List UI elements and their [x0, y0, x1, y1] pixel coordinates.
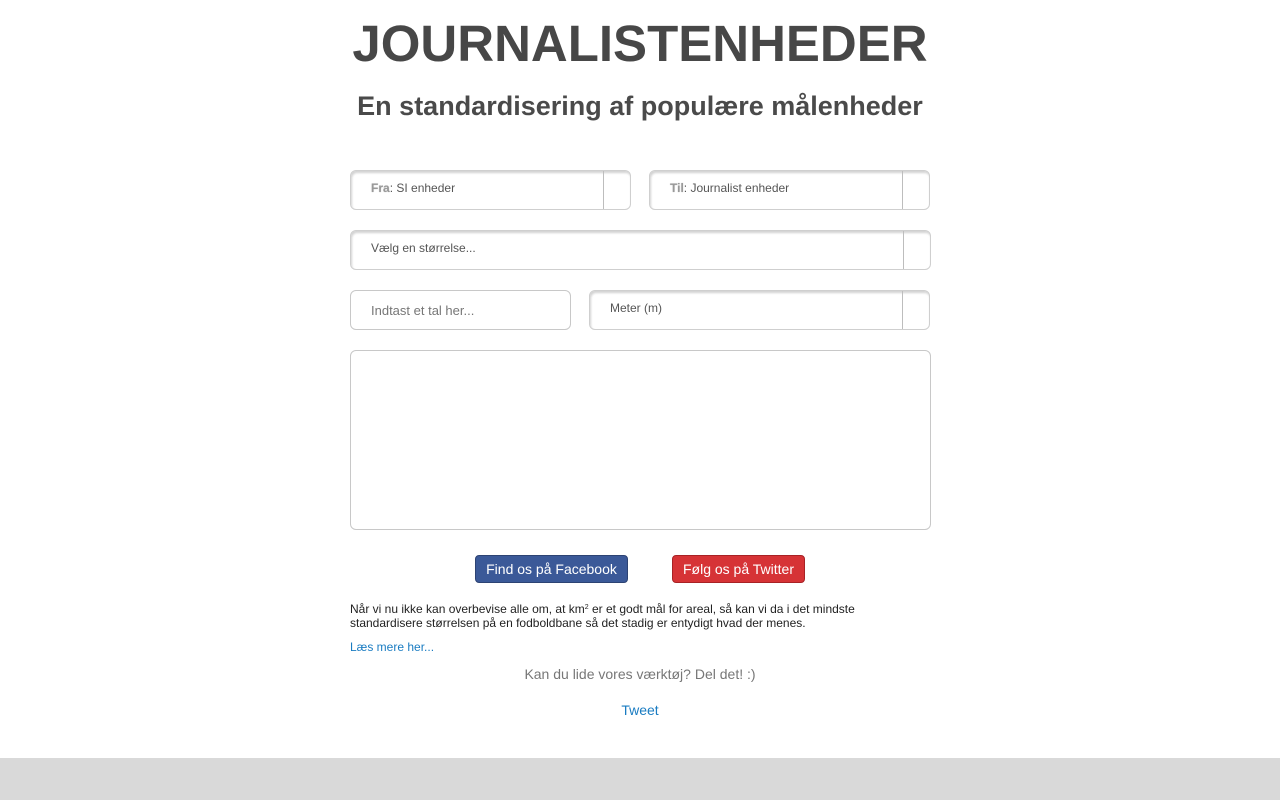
- dropdown-handle[interactable]: [902, 291, 929, 329]
- footer-bar: [0, 758, 1280, 800]
- result-box: [350, 350, 931, 530]
- dropdown-handle[interactable]: [903, 231, 930, 269]
- tweet-container: Tweet: [0, 702, 1280, 718]
- description-part1: Når vi nu ikke kan overbevise alle om, a…: [350, 602, 585, 616]
- twitter-button[interactable]: Følg os på Twitter: [672, 555, 805, 583]
- description-text: Når vi nu ikke kan overbevise alle om, a…: [350, 602, 930, 630]
- page-title: JOURNALISTENHEDER: [352, 15, 928, 72]
- to-unit-select[interactable]: Til: Journalist enheder: [649, 170, 930, 210]
- from-select-value: : SI enheder: [389, 181, 456, 195]
- from-unit-select[interactable]: Fra: SI enheder: [350, 170, 631, 210]
- unit-select[interactable]: Meter (m): [589, 290, 930, 330]
- number-input[interactable]: [350, 290, 571, 330]
- tweet-link[interactable]: Tweet: [621, 702, 658, 718]
- size-select[interactable]: Vælg en størrelse...: [350, 230, 931, 270]
- page-subtitle: En standardisering af populære målenhede…: [357, 91, 923, 121]
- facebook-button[interactable]: Find os på Facebook: [475, 555, 628, 583]
- to-select-text: Til: Journalist enheder: [670, 181, 789, 195]
- to-select-value: : Journalist enheder: [683, 181, 790, 195]
- unit-select-value: Meter (m): [610, 301, 662, 315]
- from-select-prefix: Fra: [371, 181, 390, 195]
- share-text: Kan du lide vores værktøj? Del det! :): [524, 666, 756, 682]
- to-select-prefix: Til: [670, 181, 684, 195]
- from-select-text: Fra: SI enheder: [371, 181, 455, 195]
- dropdown-handle[interactable]: [603, 171, 630, 209]
- size-select-value: Vælg en størrelse...: [371, 241, 476, 255]
- dropdown-handle[interactable]: [902, 171, 929, 209]
- read-more-link[interactable]: Læs mere her...: [350, 640, 434, 654]
- description-superscript: 2: [584, 604, 589, 611]
